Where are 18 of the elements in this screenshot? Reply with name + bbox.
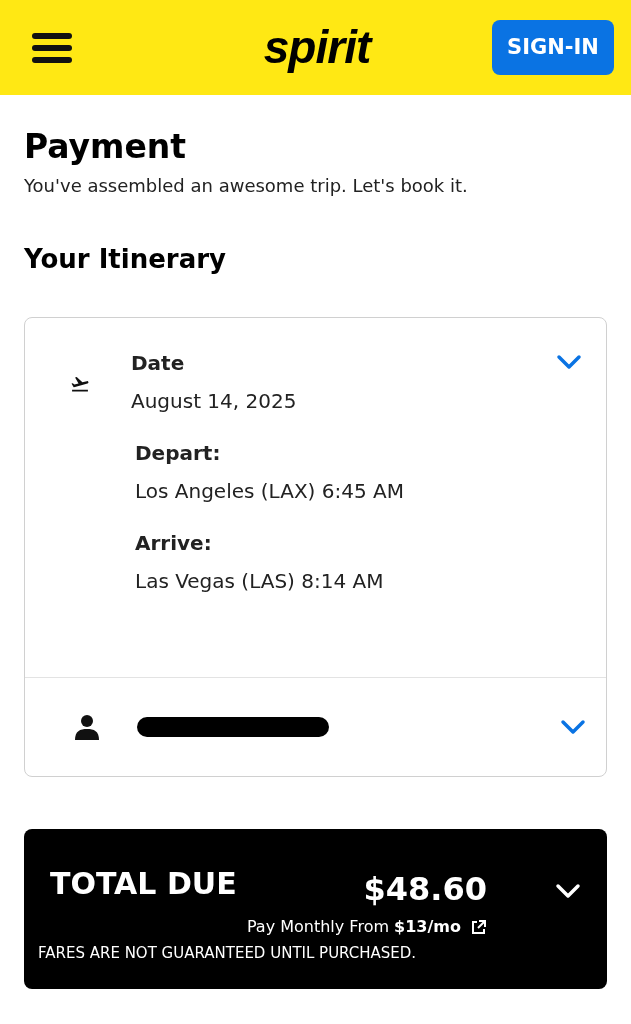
total-due-label: TOTAL DUE [50,866,237,902]
menu-icon[interactable] [32,31,72,64]
section-heading: Your Itinerary [24,243,227,276]
fare-notice: FARES ARE NOT GUARANTEED UNTIL PURCHASED. [38,943,418,963]
external-link-icon[interactable] [471,919,486,935]
leg-label: Arrive: [135,530,213,557]
flight-date: August 14, 2025 [131,388,298,415]
logo[interactable]: spirit [263,13,371,82]
person-icon [75,714,99,740]
page-title: Payment [24,126,188,168]
leg-label: Depart: [135,440,222,467]
pay-monthly-link[interactable]: Pay Monthly From $13/mo [246,915,461,939]
sign-in-button[interactable]: SIGN-IN [492,20,614,75]
date-label: Date [131,350,186,377]
leg-details: Las Vegas (LAS) 8:14 AM [135,568,385,595]
page-subtitle: You've assembled an awesome trip. Let's book it. [24,174,469,198]
total-amount: $48.60 [363,869,487,909]
leg-details: Los Angeles (LAX) 6:45 AM [135,478,405,505]
